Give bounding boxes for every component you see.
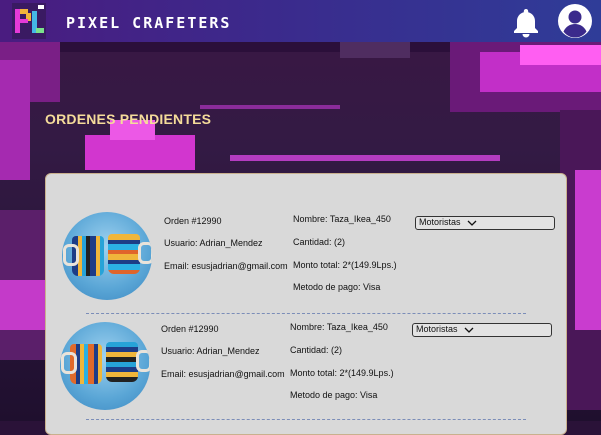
chevron-down-icon xyxy=(467,218,477,228)
order-user: Usuario: Adrian_Mendez xyxy=(164,238,263,248)
product-quantity: Cantidad: (2) xyxy=(290,345,343,355)
payment-method: Metodo de pago: Visa xyxy=(290,390,378,400)
driver-select-value: Motoristas xyxy=(416,324,458,334)
order-total: Monto total: 2*(149.9Lps.) xyxy=(293,260,397,270)
order-email: Email: esusjadrian@gmail.com xyxy=(161,369,285,379)
order-number: Orden #12990 xyxy=(164,216,222,226)
pc-logo-icon[interactable] xyxy=(12,3,46,39)
top-navbar: PIXEL CRAFETERS xyxy=(0,0,601,42)
brand-title: PIXEL CRAFETERS xyxy=(66,14,232,32)
order-total: Monto total: 2*(149.9Lps.) xyxy=(290,368,394,378)
order-divider xyxy=(86,419,526,420)
user-avatar-icon[interactable] xyxy=(558,4,592,38)
product-image xyxy=(60,322,150,410)
product-name: Nombre: Taza_Ikea_450 xyxy=(293,214,391,224)
product-name: Nombre: Taza_Ikea_450 xyxy=(290,322,388,332)
order-email: Email: esusjadrian@gmail.com xyxy=(164,261,288,271)
order-card: Orden #12990 Usuario: Adrian_Mendez Emai… xyxy=(46,174,566,314)
bell-icon[interactable] xyxy=(510,6,542,38)
driver-select-value: Motoristas xyxy=(419,217,461,227)
product-image xyxy=(62,212,152,300)
orders-panel: Orden #12990 Usuario: Adrian_Mendez Emai… xyxy=(45,173,567,435)
page-title: ORDENES PENDIENTES xyxy=(45,111,212,127)
order-card: Orden #12990 Usuario: Adrian_Mendez Emai… xyxy=(46,314,566,434)
driver-select[interactable]: Motoristas xyxy=(412,323,552,337)
product-quantity: Cantidad: (2) xyxy=(293,237,346,247)
order-user: Usuario: Adrian_Mendez xyxy=(161,346,260,356)
driver-select[interactable]: Motoristas xyxy=(415,216,555,230)
order-number: Orden #12990 xyxy=(161,324,219,334)
payment-method: Metodo de pago: Visa xyxy=(293,282,381,292)
chevron-down-icon xyxy=(464,325,474,335)
